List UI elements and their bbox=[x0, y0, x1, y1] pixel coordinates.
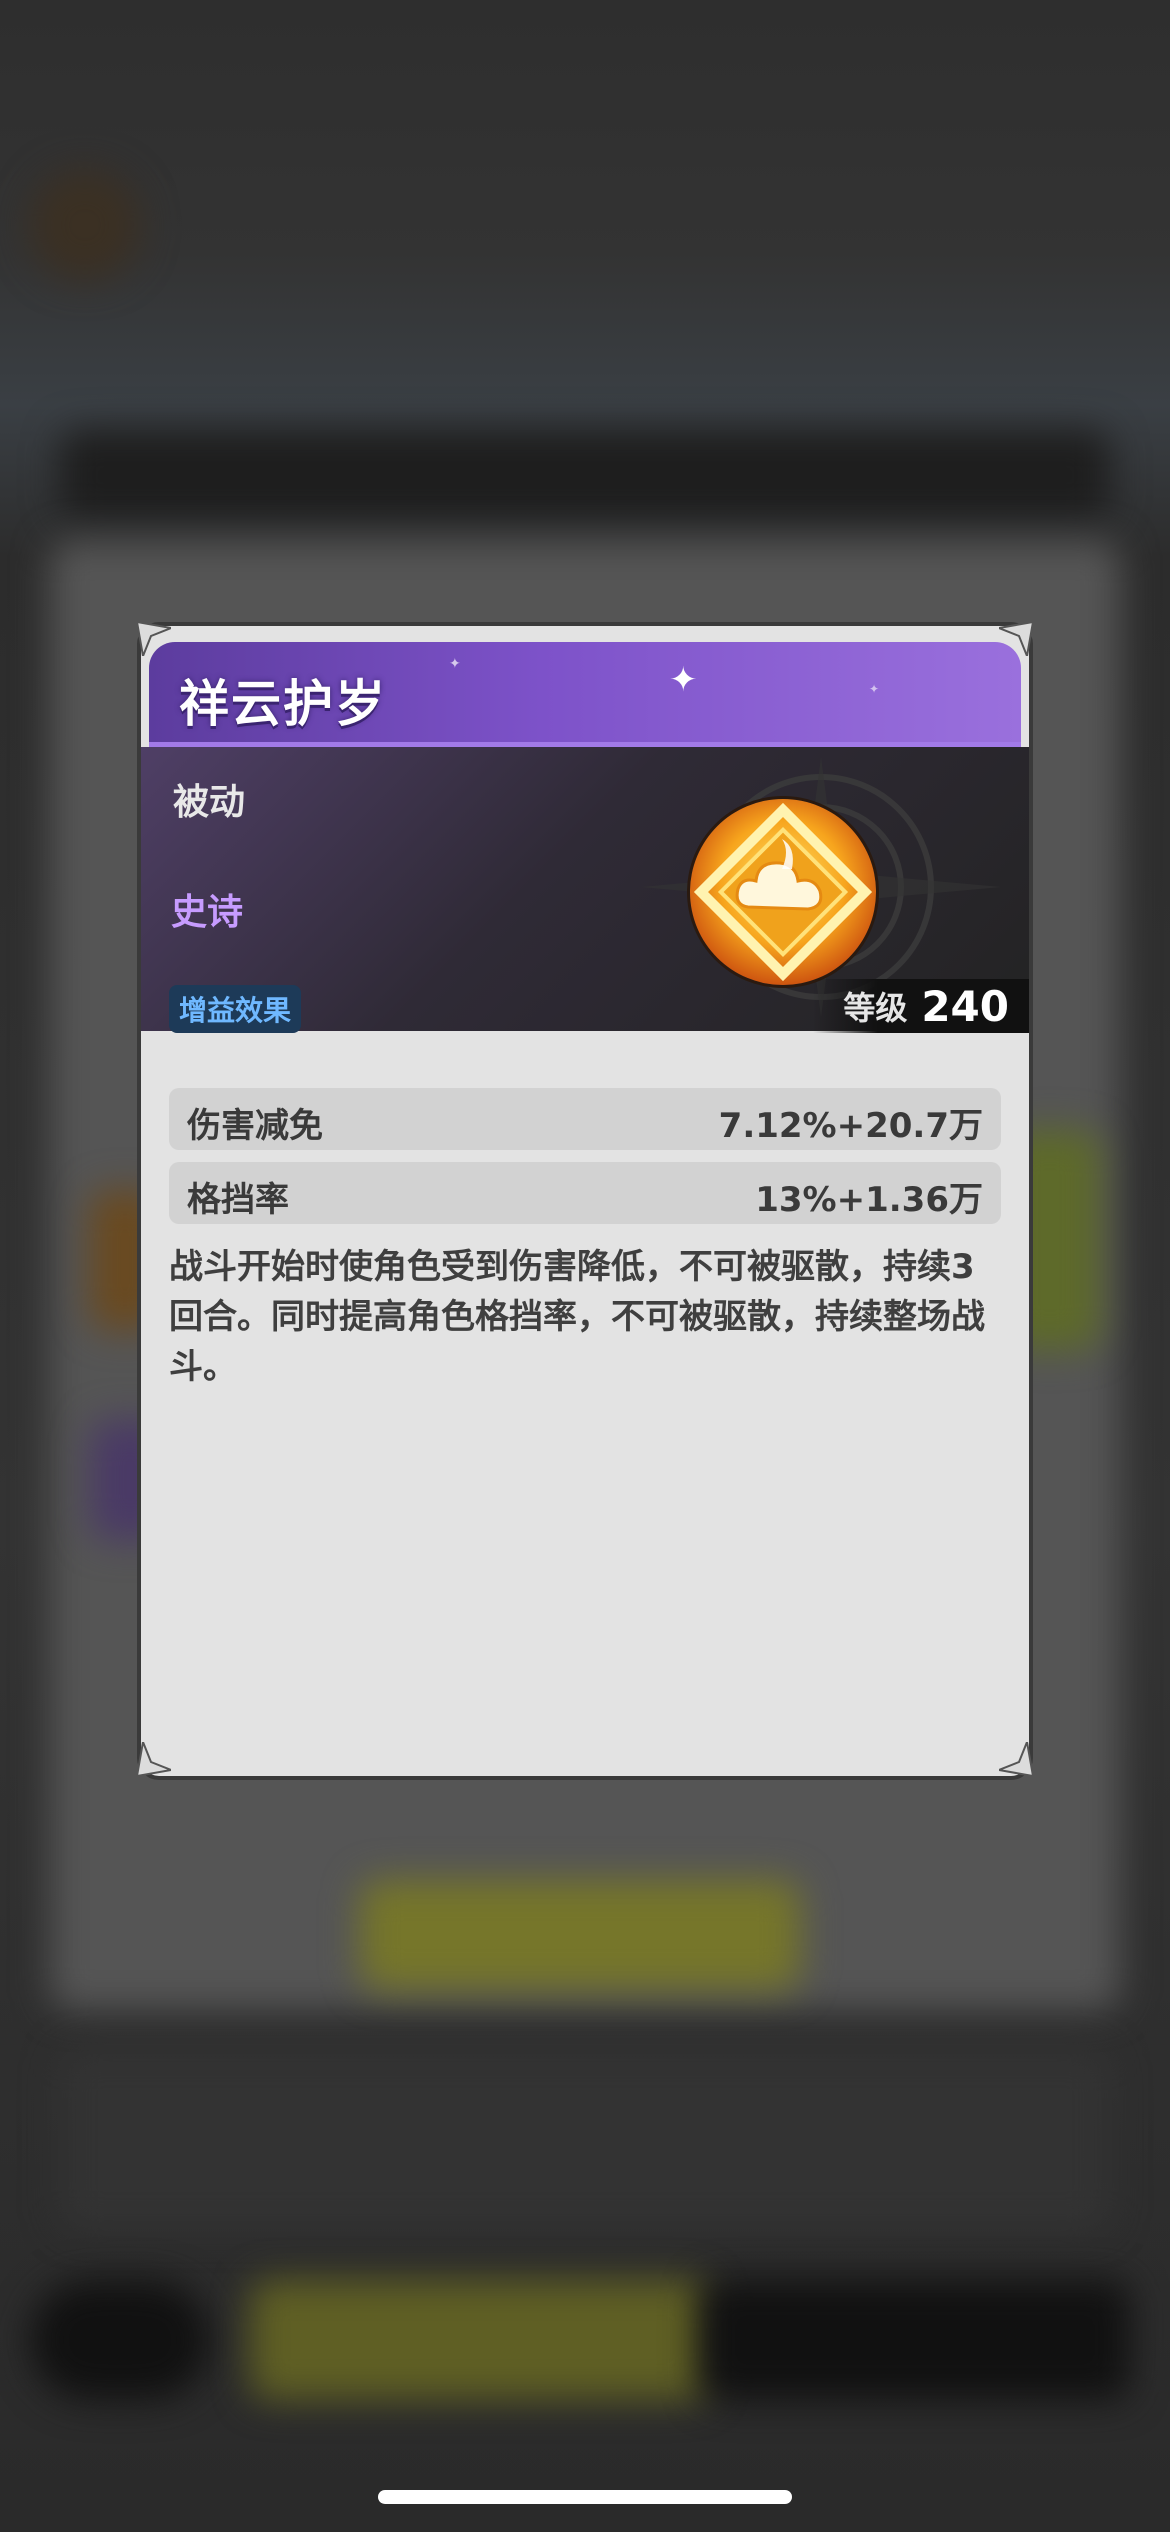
background-button bbox=[250, 2280, 710, 2400]
corner-ornament-icon bbox=[999, 622, 1033, 656]
background-header bbox=[60, 430, 1110, 520]
background-button bbox=[30, 2280, 210, 2400]
corner-ornament-icon bbox=[999, 1742, 1033, 1776]
sparkle-icon: ✦ bbox=[449, 656, 461, 672]
stat-name: 格挡率 bbox=[187, 1180, 289, 1220]
skill-header: 被动 史诗 增益效果 等级 240 bbox=[141, 747, 1029, 1033]
stat-value: 13%+1.36万 bbox=[755, 1180, 983, 1220]
golden-cloud-icon bbox=[690, 799, 876, 985]
background-button bbox=[700, 2280, 1130, 2400]
background-row bbox=[60, 2050, 1110, 2230]
level-box: 等级 240 bbox=[813, 979, 1029, 1033]
skill-rarity: 史诗 bbox=[171, 892, 244, 933]
stat-row: 伤害减免 7.12%+20.7万 bbox=[169, 1088, 1001, 1150]
home-indicator[interactable] bbox=[378, 2490, 792, 2504]
corner-ornament-icon bbox=[137, 622, 171, 656]
skill-detail-modal[interactable]: ✦ ✦ ✦ 祥云护岁 被动 史诗 增益效果 等级 240 伤害减免 7.12%+… bbox=[141, 626, 1029, 1776]
background-button bbox=[360, 1880, 800, 1990]
skill-description: 战斗开始时使角色受到伤害降低，不可被驱散，持续3回合。同时提高角色格挡率，不可被… bbox=[169, 1247, 985, 1387]
stat-value: 7.12%+20.7万 bbox=[718, 1106, 983, 1146]
title-bar: ✦ ✦ ✦ 祥云护岁 bbox=[149, 642, 1021, 747]
skill-type: 被动 bbox=[173, 782, 246, 823]
stat-row: 格挡率 13%+1.36万 bbox=[169, 1162, 1001, 1224]
level-value: 240 bbox=[921, 981, 1009, 1031]
level-label: 等级 bbox=[843, 989, 908, 1027]
buff-tag: 增益效果 bbox=[169, 985, 302, 1033]
sparkle-icon: ✦ bbox=[869, 682, 880, 696]
skill-title: 祥云护岁 bbox=[179, 675, 387, 733]
corner-ornament-icon bbox=[137, 1742, 171, 1776]
stat-name: 伤害减免 bbox=[187, 1106, 323, 1146]
sparkle-icon: ✦ bbox=[669, 660, 698, 700]
background-avatar bbox=[30, 170, 140, 280]
